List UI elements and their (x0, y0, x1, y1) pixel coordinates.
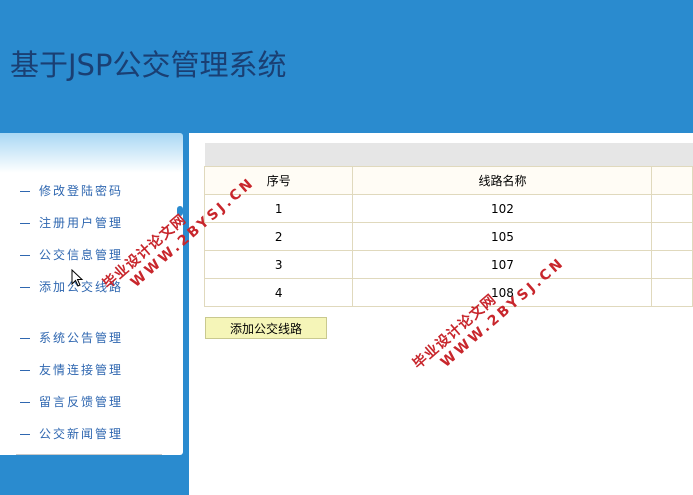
cell-route-name: 102 (352, 194, 653, 223)
sidebar-item-friend-links[interactable]: 友情连接管理 (20, 361, 123, 378)
sidebar-item-label: 修改登陆密码 (39, 184, 124, 198)
column-header-route-name: 线路名称 (352, 166, 653, 195)
cell-extra (651, 194, 693, 223)
cell-number: 1 (203, 194, 354, 223)
cell-route-name: 105 (352, 222, 653, 251)
cell-extra (651, 278, 693, 307)
sidebar-item-bus-info[interactable]: 公交信息管理 (20, 246, 123, 263)
sidebar-menu: 修改登陆密码 注册用户管理 公交信息管理 添加公交线路 系统公告管理 友情连接管… (0, 133, 183, 455)
dash-icon (20, 402, 30, 403)
table-row: 3 107 (203, 250, 693, 279)
sidebar-item-label: 留言反馈管理 (39, 395, 124, 409)
cell-extra (651, 222, 693, 251)
dash-icon (20, 338, 30, 339)
column-header-extra (651, 166, 693, 195)
dash-icon (20, 287, 30, 288)
sidebar-item-announcements[interactable]: 系统公告管理 (20, 329, 123, 346)
dash-icon (20, 370, 30, 371)
table-row: 1 102 (203, 194, 693, 223)
table-caption-bar (205, 143, 693, 166)
dash-icon (20, 255, 30, 256)
sidebar-item-label: 友情连接管理 (39, 363, 124, 377)
cell-number: 3 (203, 250, 354, 279)
cell-number: 2 (203, 222, 354, 251)
routes-table: 序号 线路名称 1 102 2 105 3 107 4 108 (203, 166, 693, 307)
sidebar-item-news[interactable]: 公交新闻管理 (20, 425, 123, 442)
sidebar-item-label: 注册用户管理 (39, 216, 124, 230)
cell-route-name: 107 (352, 250, 653, 279)
dash-icon (20, 191, 30, 192)
table-header-row: 序号 线路名称 (203, 166, 693, 195)
scroll-indicator (177, 206, 183, 216)
sidebar-item-user-management[interactable]: 注册用户管理 (20, 214, 123, 231)
sidebar-item-feedback[interactable]: 留言反馈管理 (20, 393, 123, 410)
cell-number: 4 (203, 278, 354, 307)
table-row: 4 108 (203, 278, 693, 307)
dash-icon (20, 434, 30, 435)
sidebar-item-change-password[interactable]: 修改登陆密码 (20, 182, 123, 199)
page-title: 基于JSP公交管理系统 (10, 48, 287, 82)
cell-extra (651, 250, 693, 279)
sidebar-item-label: 公交新闻管理 (39, 427, 124, 441)
mouse-cursor-icon (71, 269, 84, 287)
header-bar: 基于JSP公交管理系统 (0, 0, 693, 133)
dash-icon (20, 223, 30, 224)
cell-route-name: 108 (352, 278, 653, 307)
sidebar-divider (16, 454, 162, 455)
sidebar-item-label: 系统公告管理 (39, 331, 124, 345)
sidebar-item-label: 公交信息管理 (39, 248, 124, 262)
column-header-number: 序号 (203, 166, 354, 195)
table-row: 2 105 (203, 222, 693, 251)
add-route-button[interactable]: 添加公交线路 (205, 317, 327, 339)
